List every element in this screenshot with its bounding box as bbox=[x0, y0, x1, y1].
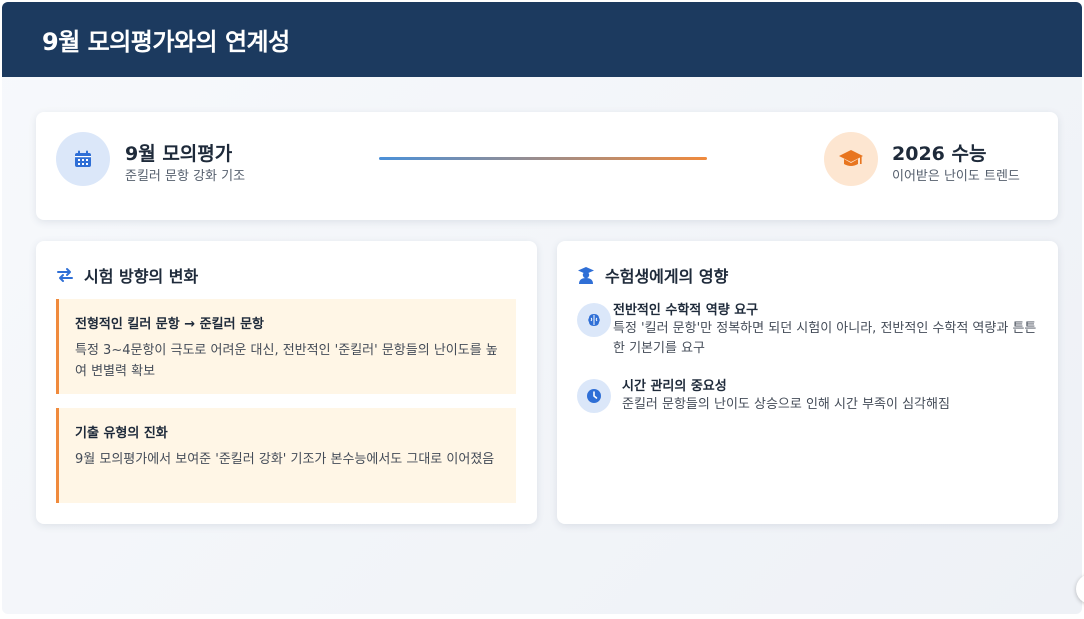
timeline-end-subtitle: 이어받은 난이도 트렌드 bbox=[892, 169, 1020, 184]
change-item: 전형적인 킬러 문항 → 준킬러 문항 특정 3~4문항이 극도로 어려운 대신… bbox=[56, 299, 516, 394]
impact-item-body: 준킬러 문항들의 난이도 상승으로 인해 시간 부족이 심각해짐 bbox=[622, 397, 950, 412]
impact-item-title: 시간 관리의 중요성 bbox=[622, 379, 727, 394]
slide-frame: 9월 모의평가와의 연계성 9월 모의평가 준킬러 문항 강화 기조 2026 … bbox=[2, 2, 1082, 614]
timeline-start-title: 9월 모의평가 bbox=[125, 143, 233, 165]
timeline-start-subtitle: 준킬러 문항 강화 기조 bbox=[125, 169, 246, 184]
brain-icon bbox=[577, 303, 611, 337]
impact-card: 수험생에게의 영향 전반적인 수학적 역량 요구 특정 '킬러 문항'만 정복하… bbox=[557, 241, 1058, 524]
student-icon bbox=[578, 267, 594, 284]
change-item-title: 전형적인 킬러 문항 → 준킬러 문항 bbox=[75, 317, 265, 332]
timeline-end-title: 2026 수능 bbox=[892, 143, 987, 165]
timeline-connector bbox=[379, 157, 707, 160]
exchange-arrows-icon bbox=[57, 268, 73, 282]
slide-header: 9월 모의평가와의 연계성 bbox=[2, 2, 1082, 77]
clock-icon bbox=[577, 379, 611, 413]
impact-title: 수험생에게의 영향 bbox=[605, 267, 729, 286]
changes-title: 시험 방향의 변화 bbox=[84, 267, 199, 286]
impact-item-body: 특정 '킬러 문항'만 정복하면 되던 시험이 아니라, 전반적인 수학적 역량… bbox=[613, 321, 1037, 356]
change-item-body: 특정 3~4문항이 극도로 어려운 대신, 전반적인 '준킬러' 문항들의 난이… bbox=[75, 343, 498, 379]
change-item: 기출 유형의 진화 9월 모의평가에서 보여준 '준킬러 강화' 기조가 본수능… bbox=[56, 408, 516, 503]
timeline-card: 9월 모의평가 준킬러 문항 강화 기조 2026 수능 이어받은 난이도 트렌… bbox=[36, 112, 1058, 220]
impact-heading: 수험생에게의 영향 bbox=[577, 263, 728, 287]
changes-card: 시험 방향의 변화 전형적인 킬러 문항 → 준킬러 문항 특정 3~4문항이 … bbox=[36, 241, 537, 524]
calendar-icon bbox=[56, 132, 110, 186]
change-item-title: 기출 유형의 진화 bbox=[75, 426, 168, 441]
changes-heading: 시험 방향의 변화 bbox=[56, 263, 198, 287]
graduation-cap-icon bbox=[824, 132, 878, 186]
impact-item-title: 전반적인 수학적 역량 요구 bbox=[613, 303, 759, 318]
page-title: 9월 모의평가와의 연계성 bbox=[42, 28, 290, 56]
change-item-body: 9월 모의평가에서 보여준 '준킬러 강화' 기조가 본수능에서도 그대로 이어… bbox=[75, 452, 495, 467]
